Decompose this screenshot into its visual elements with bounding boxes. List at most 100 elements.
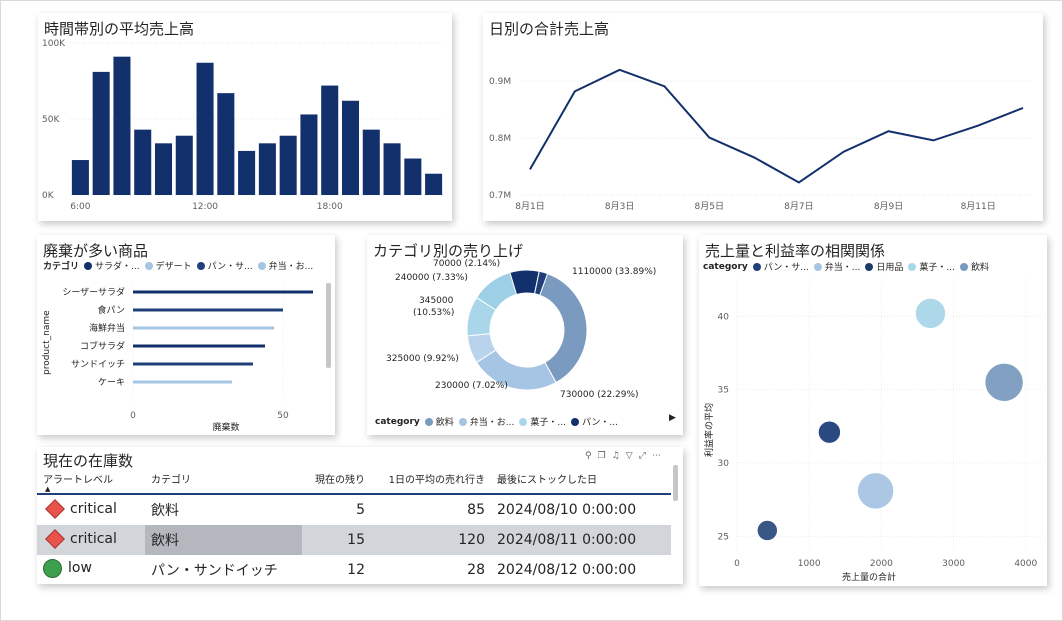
remaining-cell: 5: [356, 502, 365, 518]
hourly-sales-card[interactable]: 時間帯別の平均売上高 0K 50K 100K 6:00 12:00 18:00: [38, 13, 452, 221]
slice-label: 230000 (7.02%): [435, 381, 508, 391]
table-row[interactable]: critical 飲料 15 120 2024/08/11 0:00:00: [37, 525, 671, 555]
bar: [175, 135, 193, 195]
column-header-alert[interactable]: アラートレベル ▲: [37, 463, 145, 494]
series-line: [529, 68, 1024, 184]
column-header-last-stocked[interactable]: 最後にストックした日: [491, 463, 671, 494]
bar: [258, 143, 276, 195]
pin-icon[interactable]: ⚲: [585, 451, 598, 461]
alert-level-text: low: [68, 560, 92, 576]
alert-level-text: critical: [70, 500, 117, 517]
last-stocked-cell: 2024/08/11 0:00:00: [491, 525, 671, 555]
category-legend-label: 菓子・...: [530, 418, 566, 428]
daily-sales-chart: 0.7M 0.8M 0.9M 8月1日 8月3日 8月5日 8月7日 8月9日 8月11日: [489, 68, 1031, 212]
focus-mode-icon[interactable]: ⤢: [639, 451, 652, 461]
bar: [134, 129, 152, 195]
waste-scrollbar[interactable]: [326, 283, 331, 368]
y-tick-label: 50K: [42, 115, 60, 125]
last-stocked-cell: 2024/08/12 0:00:00: [497, 562, 637, 578]
category-legend-item[interactable]: 弁当・お...: [458, 415, 514, 428]
bar: [92, 71, 110, 195]
inventory-card[interactable]: 現在の在庫数 ⚲❐♫▽⤢⋯ アラートレベル ▲ カテゴリ 現在の残り 1日の平均の…: [37, 447, 683, 584]
y-tick-label: 100K: [42, 39, 66, 49]
bar: [133, 326, 274, 330]
x-tick-label: 18:00: [317, 202, 343, 212]
table-scrollbar[interactable]: [673, 465, 678, 501]
x-tick-label: 2000: [870, 559, 893, 569]
category-legend-item[interactable]: パン・...: [570, 415, 618, 428]
table-header-row: アラートレベル ▲ カテゴリ 現在の残り 1日の平均の売れ行き 最後にストックした…: [37, 463, 671, 494]
category-legend-item[interactable]: 飲料: [424, 415, 454, 428]
x-tick-label: 0: [734, 559, 740, 569]
bar: [196, 62, 214, 196]
scatter-point: [757, 520, 778, 541]
legend-dot-icon: [570, 417, 579, 426]
legend-dot-icon: [424, 417, 433, 426]
bar: [71, 160, 89, 195]
x-tick-label: 1000: [798, 559, 821, 569]
category-cell: パン・サンドイッチ: [151, 563, 278, 579]
waste-products-chart: 0 50 シーザーサラダ食パン海鮮弁当コブサラダサンドイッチケーキ product_n…: [42, 283, 313, 433]
x-tick-label: 3000: [942, 559, 965, 569]
x-tick-label: 50: [277, 411, 289, 421]
more-options-icon[interactable]: ⋯: [652, 451, 667, 461]
inventory-table: アラートレベル ▲ カテゴリ 現在の残り 1日の平均の売れ行き 最後にストックした…: [37, 463, 671, 585]
y-tick-label: 40: [718, 312, 730, 322]
column-header-avg-sales[interactable]: 1日の平均の売れ行き: [371, 463, 491, 494]
x-tick-label: 8月7日: [784, 201, 813, 212]
category-sales-card[interactable]: カテゴリ別の売り上げ 1110000 (33.89%) 730000 (22.29…: [367, 235, 683, 435]
slice-label: 70000 (2.14%): [433, 259, 500, 269]
category-legend: category 飲料 弁当・お... 菓子・... パン・...: [375, 415, 623, 429]
category-cell: 飲料: [151, 503, 179, 519]
bar: [113, 56, 131, 196]
category-cell: 飲料: [145, 525, 302, 555]
category-legend-label: パン・...: [581, 418, 618, 428]
y-tick-label: コブサラダ: [80, 340, 125, 352]
last-stocked-cell: 2024/08/10 0:00:00: [497, 502, 637, 518]
bar: [383, 143, 401, 195]
bar: [238, 150, 256, 195]
bar: [133, 308, 283, 312]
sort-ascending-icon[interactable]: ▲: [45, 485, 50, 493]
bar: [425, 173, 443, 195]
bar: [321, 85, 339, 195]
x-tick-label: 8月9日: [874, 201, 903, 212]
column-header-category[interactable]: カテゴリ: [145, 463, 302, 494]
slice-label: 325000 (9.92%): [386, 354, 459, 364]
x-axis-title: 廃棄数: [212, 421, 239, 433]
remaining-cell: 12: [347, 562, 365, 578]
low-circle-icon: [43, 558, 62, 578]
table-row[interactable]: low パン・サンドイッチ 12 28 2024/08/12 0:00:00: [37, 555, 671, 585]
legend-next-arrow[interactable]: ▶: [669, 413, 676, 423]
visual-toolbar[interactable]: ⚲❐♫▽⤢⋯: [585, 451, 667, 461]
legend-dot-icon: [458, 417, 467, 426]
alert-level-text: critical: [70, 530, 117, 547]
alert-cell: low: [37, 555, 145, 585]
y-tick-label: 海鮮弁当: [89, 322, 125, 334]
hourly-sales-chart: 0K 50K 100K 6:00 12:00 18:00: [42, 39, 444, 212]
category-legend-item[interactable]: 菓子・...: [519, 415, 566, 428]
slice-label: 730000 (22.29%): [560, 390, 639, 400]
column-header-remaining[interactable]: 現在の残り: [302, 463, 371, 494]
y-tick-label: 0.9M: [489, 77, 511, 87]
copy-icon[interactable]: ❐: [598, 451, 612, 461]
y-tick-label: 35: [718, 386, 729, 396]
category-legend-title: category: [375, 416, 420, 427]
daily-sales-card[interactable]: 日別の合計売上高 0.7M 0.8M 0.9M 8月1日 8月3日 8月5日 8月7日 8月9…: [483, 13, 1043, 221]
waste-products-card[interactable]: 廃棄が多い商品 カテゴリ サラダ・... デザート パン・サ... 弁当・お... 0…: [37, 235, 335, 435]
y-tick-label: 0.7M: [489, 191, 511, 201]
correlation-chart: 25 30 35 40 0 1000 2000 3000 4000 売上量の合計 利益率の平均: [703, 279, 1041, 583]
bar: [300, 114, 318, 195]
x-tick-label: 8月3日: [605, 201, 634, 212]
critical-diamond-icon: [45, 528, 65, 549]
x-tick-label: 0: [130, 411, 136, 421]
table-row[interactable]: critical 飲料 5 85 2024/08/10 0:00:00: [37, 494, 671, 525]
scatter-point: [984, 363, 1024, 402]
bell-icon[interactable]: ♫: [612, 451, 626, 461]
y-tick-label: シーザーサラダ: [62, 286, 125, 298]
filter-icon[interactable]: ▽: [626, 451, 639, 461]
bar: [404, 158, 422, 195]
y-tick-label: 25: [718, 532, 729, 542]
x-tick-label: 4000: [1014, 559, 1037, 569]
correlation-card[interactable]: 売上量と利益率の相関関係 category パン・サ... 弁当・... 日用品 菓子…: [699, 235, 1047, 586]
